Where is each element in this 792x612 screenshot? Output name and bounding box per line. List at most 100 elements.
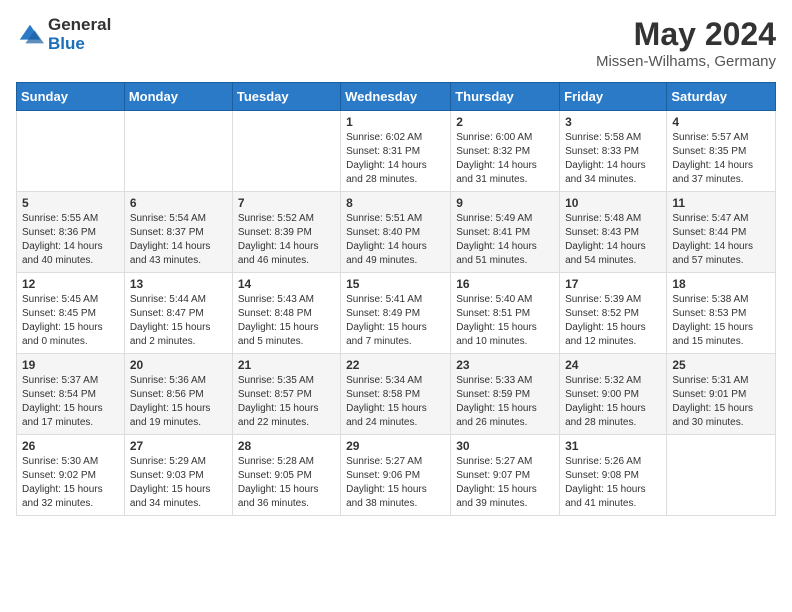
calendar-cell: 7Sunrise: 5:52 AM Sunset: 8:39 PM Daylig… [232, 192, 340, 273]
day-number: 8 [346, 196, 445, 210]
calendar-header-row: SundayMondayTuesdayWednesdayThursdayFrid… [17, 83, 776, 111]
calendar-cell: 10 Sunrise: 5:48 AM Sunset: 8:43 PM Dayli… [560, 192, 667, 273]
weekday-header-wednesday: Wednesday [341, 83, 451, 111]
calendar-cell: 25 Sunrise: 5:31 AM Sunset: 9:01 PM Dayli… [667, 354, 776, 435]
day-number: 3 [565, 115, 661, 129]
calendar-cell: 23 Sunrise: 5:33 AM Sunset: 8:59 PM Dayli… [451, 354, 560, 435]
day-info: Sunrise: 5:34 AM Sunset: 8:58 PM Dayligh… [346, 374, 445, 430]
logo-text: General Blue [48, 16, 111, 53]
weekday-header-tuesday: Tuesday [232, 83, 340, 111]
day-info: Sunrise: 6:00 AM Sunset: 8:32 PM Dayligh… [456, 131, 554, 187]
day-number: 9 [456, 196, 554, 210]
logo-blue-text: Blue [48, 35, 111, 54]
day-info: Sunrise: 5:45 AM Sunset: 8:45 PM Dayligh… [22, 293, 119, 349]
weekday-header-saturday: Saturday [667, 83, 776, 111]
day-info: Sunrise: 5:38 AM Sunset: 8:53 PM Dayligh… [672, 293, 770, 349]
calendar-cell: 1Sunrise: 6:02 AM Sunset: 8:31 PM Daylig… [341, 111, 451, 192]
day-info: Sunrise: 5:30 AM Sunset: 9:02 PM Dayligh… [22, 455, 119, 511]
day-number: 23 [456, 358, 554, 372]
day-number: 29 [346, 439, 445, 453]
calendar-cell: 18 Sunrise: 5:38 AM Sunset: 8:53 PM Dayli… [667, 273, 776, 354]
day-info: Sunrise: 5:39 AM Sunset: 8:52 PM Dayligh… [565, 293, 661, 349]
title-block: May 2024 Missen-Wilhams, Germany [596, 16, 776, 70]
calendar-week-row: 5Sunrise: 5:55 AM Sunset: 8:36 PM Daylig… [17, 192, 776, 273]
day-number: 10 [565, 196, 661, 210]
day-number: 22 [346, 358, 445, 372]
day-number: 15 [346, 277, 445, 291]
day-info: Sunrise: 5:32 AM Sunset: 9:00 PM Dayligh… [565, 374, 661, 430]
calendar-cell: 9Sunrise: 5:49 AM Sunset: 8:41 PM Daylig… [451, 192, 560, 273]
calendar-cell: 24Sunrise: 5:32 AM Sunset: 9:00 PM Dayli… [560, 354, 667, 435]
calendar-table: SundayMondayTuesdayWednesdayThursdayFrid… [16, 82, 776, 516]
calendar-cell: 30 Sunrise: 5:27 AM Sunset: 9:07 PM Dayli… [451, 435, 560, 516]
day-number: 13 [130, 277, 227, 291]
calendar-cell: 22 Sunrise: 5:34 AM Sunset: 8:58 PM Dayli… [341, 354, 451, 435]
calendar-cell: 19 Sunrise: 5:37 AM Sunset: 8:54 PM Dayli… [17, 354, 125, 435]
calendar-week-row: 1Sunrise: 6:02 AM Sunset: 8:31 PM Daylig… [17, 111, 776, 192]
calendar-cell: 15Sunrise: 5:41 AM Sunset: 8:49 PM Dayli… [341, 273, 451, 354]
calendar-cell: 26 Sunrise: 5:30 AM Sunset: 9:02 PM Dayli… [17, 435, 125, 516]
calendar-week-row: 12 Sunrise: 5:45 AM Sunset: 8:45 PM Dayli… [17, 273, 776, 354]
day-number: 7 [238, 196, 335, 210]
weekday-header-sunday: Sunday [17, 83, 125, 111]
day-info: Sunrise: 5:57 AM Sunset: 8:35 PM Dayligh… [672, 131, 770, 187]
day-info: Sunrise: 5:58 AM Sunset: 8:33 PM Dayligh… [565, 131, 661, 187]
calendar-cell: 3 Sunrise: 5:58 AM Sunset: 8:33 PM Daylig… [560, 111, 667, 192]
day-number: 5 [22, 196, 119, 210]
day-info: Sunrise: 5:54 AM Sunset: 8:37 PM Dayligh… [130, 212, 227, 268]
day-number: 20 [130, 358, 227, 372]
day-number: 2 [456, 115, 554, 129]
calendar-cell: 12 Sunrise: 5:45 AM Sunset: 8:45 PM Dayli… [17, 273, 125, 354]
calendar-cell: 14 Sunrise: 5:43 AM Sunset: 8:48 PM Dayli… [232, 273, 340, 354]
calendar-cell: 29 Sunrise: 5:27 AM Sunset: 9:06 PM Dayli… [341, 435, 451, 516]
calendar-cell: 5Sunrise: 5:55 AM Sunset: 8:36 PM Daylig… [17, 192, 125, 273]
day-number: 6 [130, 196, 227, 210]
day-info: Sunrise: 5:37 AM Sunset: 8:54 PM Dayligh… [22, 374, 119, 430]
logo-icon [16, 21, 44, 49]
calendar-cell [667, 435, 776, 516]
day-number: 31 [565, 439, 661, 453]
day-number: 19 [22, 358, 119, 372]
logo: General Blue [16, 16, 111, 53]
calendar-cell: 27 Sunrise: 5:29 AM Sunset: 9:03 PM Dayli… [124, 435, 232, 516]
day-number: 30 [456, 439, 554, 453]
day-number: 14 [238, 277, 335, 291]
day-number: 18 [672, 277, 770, 291]
day-number: 21 [238, 358, 335, 372]
calendar-cell: 17Sunrise: 5:39 AM Sunset: 8:52 PM Dayli… [560, 273, 667, 354]
calendar-cell [232, 111, 340, 192]
calendar-cell: 6 Sunrise: 5:54 AM Sunset: 8:37 PM Daylig… [124, 192, 232, 273]
day-info: Sunrise: 5:27 AM Sunset: 9:06 PM Dayligh… [346, 455, 445, 511]
logo-general-text: General [48, 16, 111, 35]
calendar-cell: 28 Sunrise: 5:28 AM Sunset: 9:05 PM Dayli… [232, 435, 340, 516]
day-info: Sunrise: 5:47 AM Sunset: 8:44 PM Dayligh… [672, 212, 770, 268]
calendar-week-row: 19 Sunrise: 5:37 AM Sunset: 8:54 PM Dayli… [17, 354, 776, 435]
day-number: 27 [130, 439, 227, 453]
calendar-cell: 2 Sunrise: 6:00 AM Sunset: 8:32 PM Daylig… [451, 111, 560, 192]
day-info: Sunrise: 5:28 AM Sunset: 9:05 PM Dayligh… [238, 455, 335, 511]
calendar-cell [17, 111, 125, 192]
calendar-cell [124, 111, 232, 192]
day-info: Sunrise: 5:33 AM Sunset: 8:59 PM Dayligh… [456, 374, 554, 430]
day-info: Sunrise: 5:29 AM Sunset: 9:03 PM Dayligh… [130, 455, 227, 511]
day-number: 26 [22, 439, 119, 453]
day-number: 12 [22, 277, 119, 291]
calendar-cell: 31Sunrise: 5:26 AM Sunset: 9:08 PM Dayli… [560, 435, 667, 516]
weekday-header-friday: Friday [560, 83, 667, 111]
day-number: 11 [672, 196, 770, 210]
day-number: 28 [238, 439, 335, 453]
calendar-cell: 13 Sunrise: 5:44 AM Sunset: 8:47 PM Dayli… [124, 273, 232, 354]
calendar-cell: 8Sunrise: 5:51 AM Sunset: 8:40 PM Daylig… [341, 192, 451, 273]
weekday-header-monday: Monday [124, 83, 232, 111]
day-info: Sunrise: 5:27 AM Sunset: 9:07 PM Dayligh… [456, 455, 554, 511]
day-number: 1 [346, 115, 445, 129]
day-info: Sunrise: 5:44 AM Sunset: 8:47 PM Dayligh… [130, 293, 227, 349]
day-info: Sunrise: 5:43 AM Sunset: 8:48 PM Dayligh… [238, 293, 335, 349]
day-info: Sunrise: 5:48 AM Sunset: 8:43 PM Dayligh… [565, 212, 661, 268]
day-number: 25 [672, 358, 770, 372]
month-year-title: May 2024 [596, 16, 776, 53]
day-info: Sunrise: 5:35 AM Sunset: 8:57 PM Dayligh… [238, 374, 335, 430]
calendar-week-row: 26 Sunrise: 5:30 AM Sunset: 9:02 PM Dayli… [17, 435, 776, 516]
day-info: Sunrise: 5:31 AM Sunset: 9:01 PM Dayligh… [672, 374, 770, 430]
calendar-cell: 21 Sunrise: 5:35 AM Sunset: 8:57 PM Dayli… [232, 354, 340, 435]
